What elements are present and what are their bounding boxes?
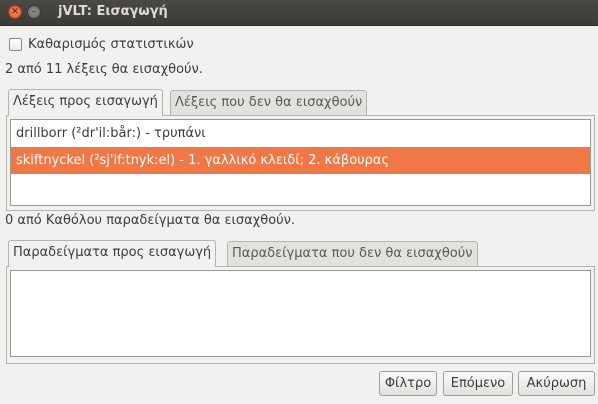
- minimize-icon: –: [31, 7, 37, 17]
- list-item[interactable]: drillborr (²dr'il:bår:) - τρυπάνι: [11, 120, 590, 147]
- clear-statistics-checkbox[interactable]: [9, 38, 22, 51]
- cancel-button[interactable]: Ακύρωση: [518, 371, 595, 396]
- words-tab-panel: drillborr (²dr'il:bår:) - τρυπάνι skiftn…: [6, 115, 595, 211]
- examples-tab-panel: [6, 266, 595, 364]
- tab-label: Λέξεις προς εισαγωγή: [13, 94, 158, 109]
- tab-words-not-imported[interactable]: Λέξεις που δεν θα εισαχθούν: [170, 90, 368, 116]
- clear-statistics-option[interactable]: Καθαρισμός στατιστικών: [9, 37, 194, 52]
- window-title: jVLT: Εισαγωγή: [58, 4, 168, 19]
- tab-words-to-import[interactable]: Λέξεις προς εισαγωγή: [8, 89, 163, 116]
- example-list[interactable]: [10, 270, 591, 357]
- tab-label: Παραδείγματα που δεν θα εισαχθούν: [232, 246, 473, 261]
- minimize-window-button[interactable]: –: [27, 5, 41, 19]
- tab-examples-not-imported[interactable]: Παραδείγματα που δεν θα εισαχθούν: [227, 241, 478, 267]
- filter-button[interactable]: Φίλτρο: [379, 371, 437, 396]
- words-import-count: 2 από 11 λέξεις θα εισαχθούν.: [5, 62, 203, 77]
- close-icon: ✕: [11, 7, 19, 17]
- clear-statistics-label[interactable]: Καθαρισμός στατιστικών: [28, 37, 194, 52]
- next-button[interactable]: Επόμενο: [443, 371, 513, 396]
- tab-examples-to-import[interactable]: Παραδείγματα προς εισαγωγή: [8, 240, 217, 267]
- close-window-button[interactable]: ✕: [8, 5, 22, 19]
- list-item-selected[interactable]: skiftnyckel (²sj'if:tnyk:el) - 1. γαλλικ…: [11, 147, 590, 174]
- word-list[interactable]: drillborr (²dr'il:bår:) - τρυπάνι skiftn…: [10, 119, 591, 206]
- tab-label: Παραδείγματα προς εισαγωγή: [13, 245, 212, 260]
- title-bar: ✕ – jVLT: Εισαγωγή: [0, 0, 598, 26]
- examples-import-count: 0 από Καθόλου παραδείγματα θα εισαχθούν.: [5, 213, 296, 228]
- tab-label: Λέξεις που δεν θα εισαχθούν: [175, 95, 363, 110]
